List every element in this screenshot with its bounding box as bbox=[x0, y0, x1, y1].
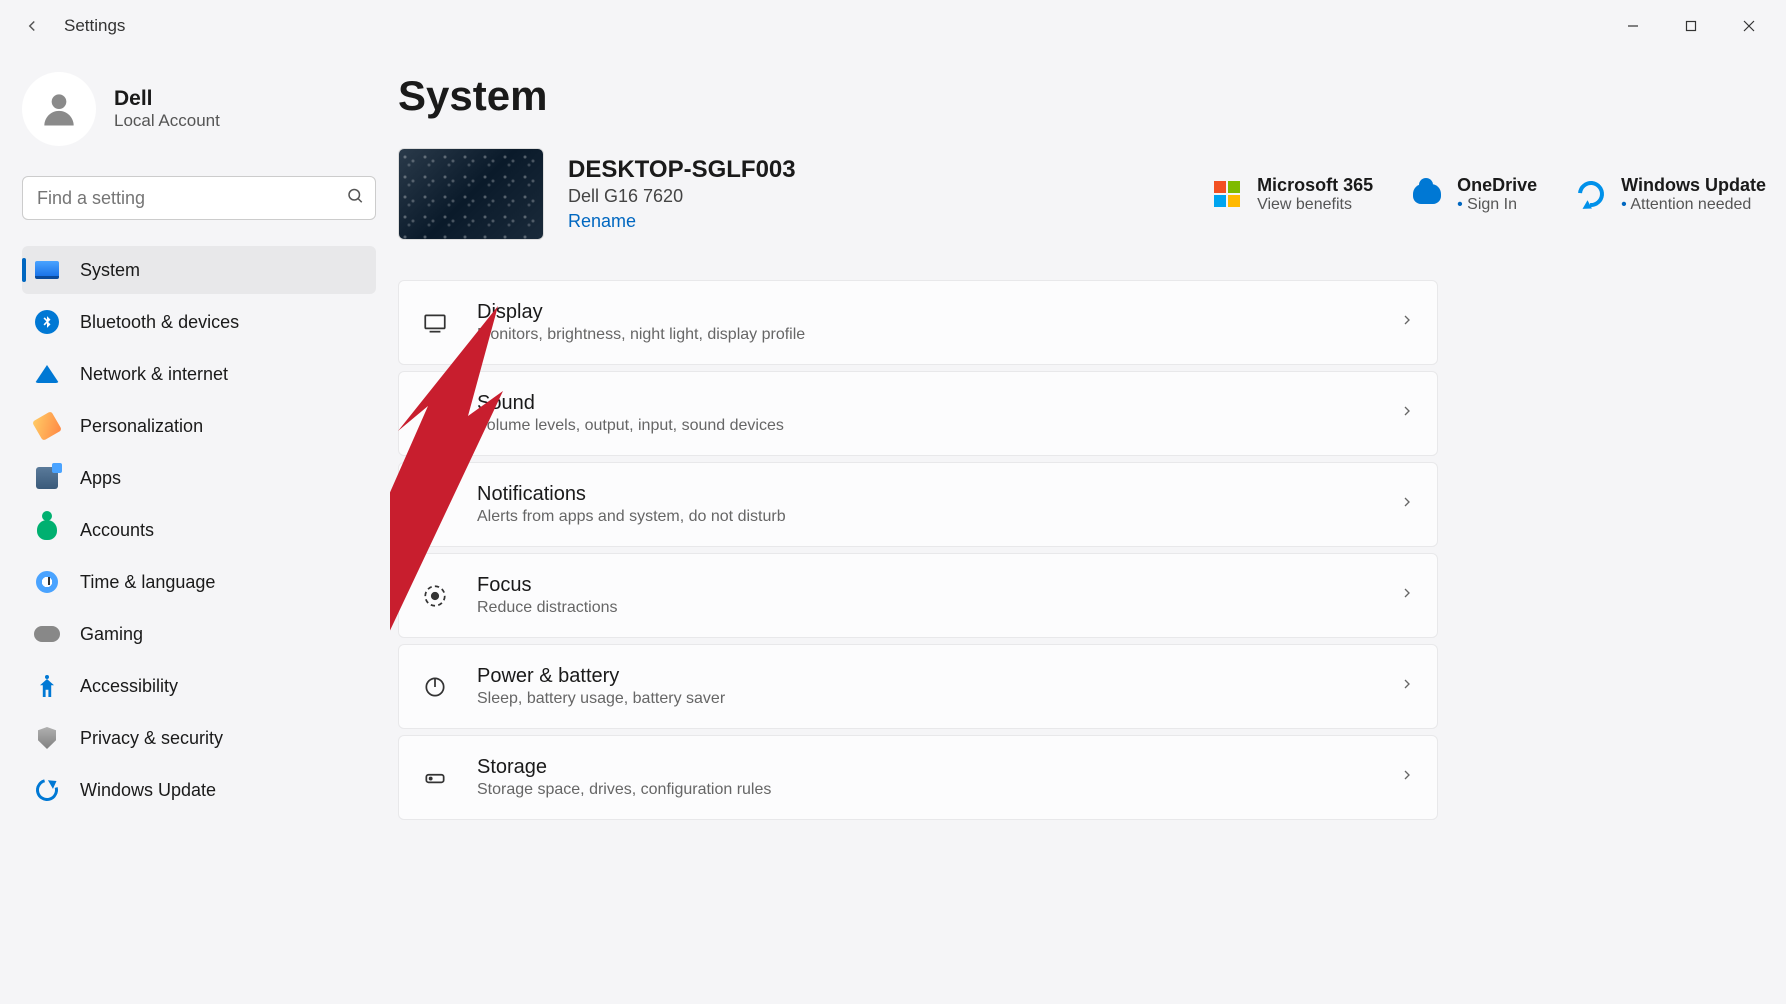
power-icon bbox=[421, 673, 449, 701]
focus-icon bbox=[421, 582, 449, 610]
nav-item-system[interactable]: System bbox=[22, 246, 376, 294]
card-title: Sound bbox=[477, 392, 1371, 415]
device-row: DESKTOP-SGLF003 Dell G16 7620 Rename Mic… bbox=[398, 148, 1766, 240]
card-title: Notifications bbox=[477, 483, 1371, 506]
notifications-icon bbox=[421, 491, 449, 519]
status-windows-update[interactable]: Windows Update Attention needed bbox=[1577, 175, 1766, 214]
chevron-right-icon bbox=[1399, 767, 1415, 788]
storage-icon bbox=[421, 764, 449, 792]
chevron-right-icon bbox=[1399, 494, 1415, 515]
nav-item-label: Gaming bbox=[80, 624, 143, 645]
sidebar: Dell Local Account System Bluetooth & dev… bbox=[0, 52, 390, 840]
card-title: Focus bbox=[477, 574, 1371, 597]
nav-item-personalization[interactable]: Personalization bbox=[22, 402, 376, 450]
status-sub: View benefits bbox=[1257, 196, 1373, 214]
profile-block[interactable]: Dell Local Account bbox=[22, 72, 376, 146]
search-container bbox=[22, 176, 376, 220]
network-icon bbox=[34, 361, 60, 387]
status-sub: Attention needed bbox=[1621, 196, 1766, 214]
nav-item-label: Personalization bbox=[80, 416, 203, 437]
card-sound[interactable]: Sound Volume levels, output, input, sound… bbox=[398, 371, 1438, 456]
chevron-right-icon bbox=[1399, 312, 1415, 333]
onedrive-icon bbox=[1413, 180, 1441, 208]
chevron-right-icon bbox=[1399, 676, 1415, 697]
card-subtitle: Sleep, battery usage, battery saver bbox=[477, 690, 1371, 708]
accessibility-icon bbox=[34, 673, 60, 699]
card-subtitle: Reduce distractions bbox=[477, 599, 1371, 617]
profile-account-type: Local Account bbox=[114, 111, 220, 131]
update-icon bbox=[34, 777, 60, 803]
settings-card-list: Display Monitors, brightness, night light… bbox=[398, 280, 1438, 820]
nav-item-label: System bbox=[80, 260, 140, 281]
card-power[interactable]: Power & battery Sleep, battery usage, bat… bbox=[398, 644, 1438, 729]
device-thumbnail[interactable] bbox=[398, 148, 544, 240]
close-button[interactable] bbox=[1720, 6, 1778, 46]
card-title: Power & battery bbox=[477, 665, 1371, 688]
device-name: DESKTOP-SGLF003 bbox=[568, 156, 796, 184]
card-subtitle: Monitors, brightness, night light, displ… bbox=[477, 326, 1371, 344]
avatar bbox=[22, 72, 96, 146]
card-focus[interactable]: Focus Reduce distractions bbox=[398, 553, 1438, 638]
status-microsoft-365[interactable]: Microsoft 365 View benefits bbox=[1213, 175, 1373, 214]
nav-item-update[interactable]: Windows Update bbox=[22, 766, 376, 814]
nav-item-label: Network & internet bbox=[80, 364, 228, 385]
microsoft-logo-icon bbox=[1213, 180, 1241, 208]
back-button[interactable] bbox=[20, 14, 44, 38]
nav-item-label: Accounts bbox=[80, 520, 154, 541]
nav-item-label: Time & language bbox=[80, 572, 215, 593]
accounts-icon bbox=[34, 517, 60, 543]
card-title: Storage bbox=[477, 756, 1371, 779]
privacy-icon bbox=[34, 725, 60, 751]
card-display[interactable]: Display Monitors, brightness, night light… bbox=[398, 280, 1438, 365]
apps-icon bbox=[34, 465, 60, 491]
nav-item-label: Accessibility bbox=[80, 676, 178, 697]
nav-item-apps[interactable]: Apps bbox=[22, 454, 376, 502]
chevron-right-icon bbox=[1399, 585, 1415, 606]
bluetooth-icon bbox=[34, 309, 60, 335]
app-title: Settings bbox=[64, 16, 125, 36]
nav-item-accessibility[interactable]: Accessibility bbox=[22, 662, 376, 710]
nav-item-accounts[interactable]: Accounts bbox=[22, 506, 376, 554]
card-subtitle: Alerts from apps and system, do not dist… bbox=[477, 508, 1371, 526]
personalization-icon bbox=[34, 413, 60, 439]
nav-item-privacy[interactable]: Privacy & security bbox=[22, 714, 376, 762]
card-title: Display bbox=[477, 301, 1371, 324]
rename-link[interactable]: Rename bbox=[568, 211, 796, 232]
time-icon bbox=[34, 569, 60, 595]
nav-list: System Bluetooth & devices Network & inter… bbox=[22, 246, 376, 814]
nav-item-network[interactable]: Network & internet bbox=[22, 350, 376, 398]
nav-item-label: Apps bbox=[80, 468, 121, 489]
main-content: System DESKTOP-SGLF003 Dell G16 7620 Ren… bbox=[390, 52, 1786, 840]
system-icon bbox=[34, 257, 60, 283]
status-title: Microsoft 365 bbox=[1257, 175, 1373, 196]
gaming-icon bbox=[34, 621, 60, 647]
device-model: Dell G16 7620 bbox=[568, 186, 796, 207]
nav-item-time[interactable]: Time & language bbox=[22, 558, 376, 606]
status-title: Windows Update bbox=[1621, 175, 1766, 196]
sound-icon bbox=[421, 400, 449, 428]
nav-item-label: Privacy & security bbox=[80, 728, 223, 749]
title-bar: Settings bbox=[0, 0, 1786, 52]
nav-item-label: Windows Update bbox=[80, 780, 216, 801]
profile-name: Dell bbox=[114, 87, 220, 111]
status-onedrive[interactable]: OneDrive Sign In bbox=[1413, 175, 1537, 214]
page-title: System bbox=[398, 72, 1766, 120]
nav-item-bluetooth[interactable]: Bluetooth & devices bbox=[22, 298, 376, 346]
minimize-button[interactable] bbox=[1604, 6, 1662, 46]
nav-item-label: Bluetooth & devices bbox=[80, 312, 239, 333]
status-title: OneDrive bbox=[1457, 175, 1537, 196]
card-notifications[interactable]: Notifications Alerts from apps and system… bbox=[398, 462, 1438, 547]
search-icon bbox=[346, 187, 364, 210]
maximize-button[interactable] bbox=[1662, 6, 1720, 46]
card-storage[interactable]: Storage Storage space, drives, configurat… bbox=[398, 735, 1438, 820]
chevron-right-icon bbox=[1399, 403, 1415, 424]
display-icon bbox=[421, 309, 449, 337]
windows-update-icon bbox=[1577, 180, 1605, 208]
status-sub: Sign In bbox=[1457, 196, 1537, 214]
card-subtitle: Volume levels, output, input, sound devi… bbox=[477, 417, 1371, 435]
card-subtitle: Storage space, drives, configuration rul… bbox=[477, 781, 1371, 799]
nav-item-gaming[interactable]: Gaming bbox=[22, 610, 376, 658]
search-input[interactable] bbox=[22, 176, 376, 220]
